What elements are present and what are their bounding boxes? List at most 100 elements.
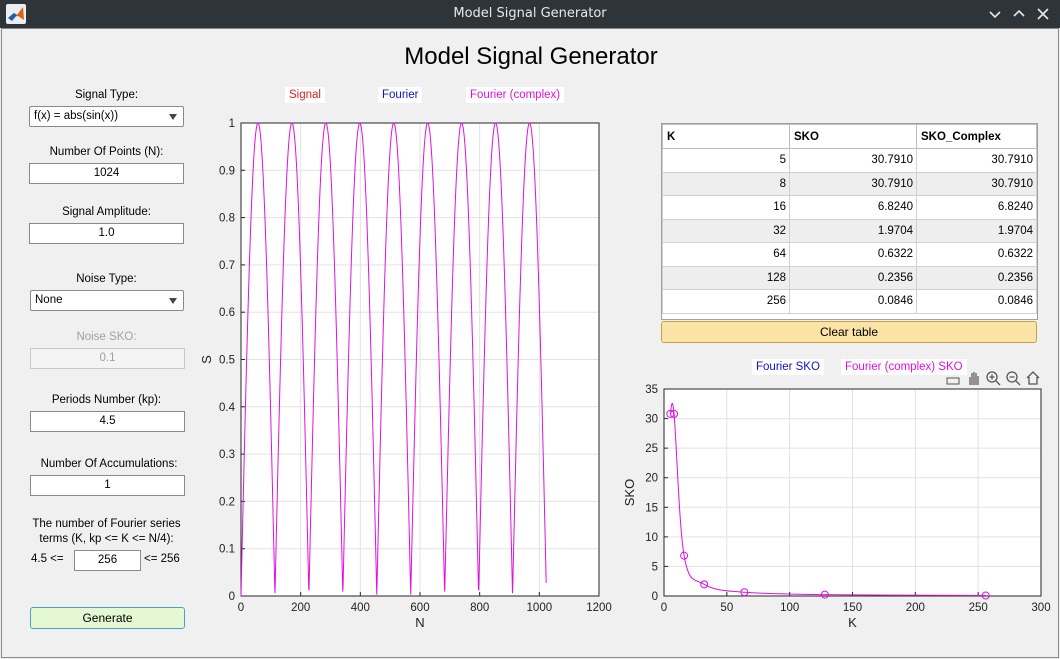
x-tick-label: 400	[351, 602, 370, 614]
x-tick-label: 50	[720, 602, 733, 614]
fourier-terms-label-line2: terms (K, kp <= K <= N/4):	[39, 533, 174, 545]
amplitude-label: Signal Amplitude:	[62, 206, 151, 218]
y-tick-label: 0.2	[219, 496, 235, 508]
accumulations-input[interactable]: 1	[30, 475, 185, 496]
legend-signal: Signal	[285, 87, 325, 103]
y-tick-label: 35	[645, 384, 658, 396]
periods-label: Periods Number (kp):	[51, 394, 162, 406]
y-tick-label: 0.8	[219, 213, 235, 225]
x-tick-label: 1000	[527, 602, 553, 614]
fourier-lower-bound: 4.5 <=	[31, 553, 64, 565]
y-tick-label: 15	[645, 502, 658, 514]
noise-type-dropdown[interactable]: None	[30, 290, 184, 311]
y-tick-label: 30	[645, 414, 658, 426]
cell-sko[interactable]: 30.7910	[789, 171, 917, 196]
cell-sko-complex[interactable]: 0.2356	[916, 265, 1037, 290]
table-row[interactable]: 64 0.6322 0.6322	[662, 242, 1037, 267]
fourier-terms-label-line1: The number of Fourier series	[32, 518, 181, 530]
cell-k[interactable]: 16	[662, 195, 790, 220]
periods-input[interactable]: 4.5	[30, 411, 185, 432]
table-row[interactable]: 8 30.7910 30.7910	[662, 171, 1037, 196]
y-axis-label: S	[199, 355, 214, 364]
sko-plot[interactable]: 0 50 100 150 200 250 300 0 5 10 15 20 25 30 35 K SKO	[620, 379, 1060, 634]
y-tick-label: 10	[645, 532, 658, 544]
x-tick-label: 1200	[586, 602, 612, 614]
cell-sko-complex[interactable]: 0.0846	[916, 289, 1037, 314]
x-axis-label: N	[415, 615, 424, 630]
close-icon[interactable]	[1033, 4, 1053, 24]
x-tick-label: 100	[780, 602, 799, 614]
legend-fourier-complex: Fourier (complex)	[466, 87, 565, 103]
y-tick-label: 0.5	[219, 355, 235, 367]
cell-sko-complex[interactable]: 0.6322	[916, 242, 1037, 267]
noise-sko-label: Noise SKO:	[76, 331, 137, 343]
cell-k[interactable]: 5	[662, 148, 790, 173]
column-header-sko[interactable]: SKO	[789, 124, 917, 149]
cell-sko[interactable]: 0.2356	[789, 265, 917, 290]
y-tick-label: 0.9	[219, 165, 235, 177]
y-tick-label: 1	[229, 118, 235, 130]
amplitude-input[interactable]: 1.0	[29, 223, 184, 244]
table-row[interactable]: 128 0.2356 0.2356	[662, 265, 1037, 290]
cell-sko[interactable]: 0.0846	[789, 289, 917, 314]
signal-type-value: f(x) = abs(sin(x))	[34, 110, 119, 122]
cell-sko[interactable]: 0.6322	[789, 242, 917, 267]
num-points-label: Number Of Points (N):	[49, 146, 164, 158]
y-tick-label: 0.6	[219, 307, 235, 319]
y-tick-label: 0.7	[219, 260, 235, 272]
num-points-input[interactable]: 1024	[29, 163, 184, 184]
accumulations-label: Number Of Accumulations:	[40, 458, 178, 470]
column-header-k[interactable]: K	[662, 124, 790, 149]
maximize-chevron-icon[interactable]	[1009, 4, 1029, 24]
app-window: Model Signal Generator Signal Type: f(x)…	[1, 28, 1059, 658]
x-tick-label: 600	[410, 602, 429, 614]
signal-type-label: Signal Type:	[74, 89, 139, 101]
table-row[interactable]: 5 30.7910 30.7910	[662, 148, 1037, 173]
x-tick-label: 200	[291, 602, 310, 614]
cell-sko-complex[interactable]: 1.9704	[916, 218, 1037, 243]
cell-sko[interactable]: 1.9704	[789, 218, 917, 243]
cell-sko-complex[interactable]: 6.8240	[916, 195, 1037, 220]
cell-k[interactable]: 64	[662, 242, 790, 267]
fourier-terms-input[interactable]: 256	[74, 550, 141, 571]
x-tick-label: 0	[661, 602, 667, 614]
x-axis-label: K	[848, 615, 857, 630]
x-tick-label: 250	[969, 602, 988, 614]
column-header-sko-complex[interactable]: SKO_Complex	[916, 124, 1037, 149]
table-row[interactable]: 256 0.0846 0.0846	[662, 289, 1037, 314]
cell-k[interactable]: 128	[662, 265, 790, 290]
signal-plot[interactable]: 0 200 400 600 800 1000 1200 0 0.1 0.2 0.3 0.4 0.5 0.6…	[192, 113, 622, 633]
signal-type-dropdown[interactable]: f(x) = abs(sin(x))	[29, 106, 184, 127]
results-table[interactable]: K SKO SKO_Complex 5 30.7910 30.7910 8 30.79…	[661, 123, 1038, 320]
cell-k[interactable]: 32	[662, 218, 790, 243]
y-tick-label: 0	[229, 591, 235, 603]
x-tick-label: 0	[238, 602, 244, 614]
noise-type-value: None	[35, 294, 63, 306]
cell-k[interactable]: 8	[662, 171, 790, 196]
legend-fourier: Fourier	[378, 87, 423, 103]
cell-sko[interactable]: 30.7910	[789, 148, 917, 173]
y-tick-label: 20	[645, 473, 658, 485]
table-row[interactable]: 16 6.8240 6.8240	[662, 195, 1037, 220]
cell-sko-complex[interactable]: 30.7910	[916, 148, 1037, 173]
generate-button[interactable]: Generate	[30, 607, 185, 629]
clear-table-button[interactable]: Clear table	[661, 321, 1037, 343]
chevron-down-icon	[169, 114, 177, 120]
window-titlebar: Model Signal Generator	[0, 0, 1060, 28]
noise-type-label: Noise Type:	[76, 273, 137, 285]
minimize-chevron-icon[interactable]	[985, 4, 1005, 24]
x-tick-label: 200	[906, 602, 925, 614]
table-row[interactable]: 32 1.9704 1.9704	[662, 218, 1037, 243]
y-axis-label: SKO	[622, 479, 637, 506]
cell-sko[interactable]: 6.8240	[789, 195, 917, 220]
noise-sko-input: 0.1	[30, 348, 185, 369]
x-tick-label: 150	[843, 602, 862, 614]
table-header-row: K SKO SKO_Complex	[662, 124, 1037, 149]
x-tick-label: 800	[470, 602, 489, 614]
cell-sko-complex[interactable]: 30.7910	[916, 171, 1037, 196]
cell-k[interactable]: 256	[662, 289, 790, 314]
y-tick-label: 0	[652, 591, 658, 603]
y-tick-label: 25	[645, 443, 658, 455]
app-title: Model Signal Generator	[404, 43, 658, 70]
fourier-upper-bound: <= 256	[144, 553, 180, 565]
